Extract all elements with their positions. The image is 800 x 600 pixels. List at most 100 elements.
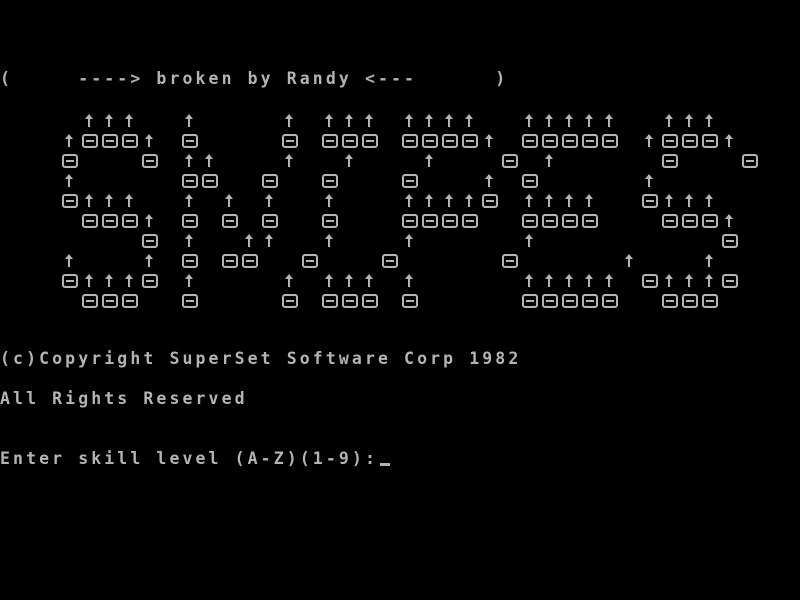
smiley-face-glyph-icon xyxy=(80,210,100,230)
smiley-face-glyph-icon xyxy=(400,290,420,310)
up-arrow-glyph-icon xyxy=(100,270,120,290)
smiley-face-glyph-icon xyxy=(560,290,580,310)
up-arrow-glyph-icon xyxy=(460,110,480,130)
smiley-face-glyph-icon xyxy=(460,130,480,150)
smiley-face-glyph-icon xyxy=(400,210,420,230)
smiley-face-glyph-icon xyxy=(140,230,160,250)
up-arrow-glyph-icon xyxy=(660,110,680,130)
smiley-face-glyph-icon xyxy=(320,290,340,310)
up-arrow-glyph-icon xyxy=(340,110,360,130)
smiley-face-glyph-icon xyxy=(680,210,700,230)
up-arrow-glyph-icon xyxy=(340,150,360,170)
smiley-face-glyph-icon xyxy=(420,210,440,230)
smiley-face-glyph-icon xyxy=(540,210,560,230)
up-arrow-glyph-icon xyxy=(540,270,560,290)
smiley-face-glyph-icon xyxy=(60,270,80,290)
up-arrow-glyph-icon xyxy=(520,230,540,250)
up-arrow-glyph-icon xyxy=(140,210,160,230)
smiley-face-glyph-icon xyxy=(100,210,120,230)
smiley-face-glyph-icon xyxy=(200,170,220,190)
snipes-ascii-logo xyxy=(0,110,800,310)
up-arrow-glyph-icon xyxy=(80,190,100,210)
smiley-face-glyph-icon xyxy=(280,290,300,310)
smiley-face-glyph-icon xyxy=(540,290,560,310)
up-arrow-glyph-icon xyxy=(640,130,660,150)
up-arrow-glyph-icon xyxy=(540,190,560,210)
up-arrow-glyph-icon xyxy=(560,190,580,210)
up-arrow-glyph-icon xyxy=(580,110,600,130)
up-arrow-glyph-icon xyxy=(580,190,600,210)
smiley-face-glyph-icon xyxy=(520,210,540,230)
smiley-face-glyph-icon xyxy=(320,210,340,230)
smiley-face-glyph-icon xyxy=(60,190,80,210)
up-arrow-glyph-icon xyxy=(660,270,680,290)
up-arrow-glyph-icon xyxy=(700,250,720,270)
up-arrow-glyph-icon xyxy=(120,110,140,130)
up-arrow-glyph-icon xyxy=(580,270,600,290)
up-arrow-glyph-icon xyxy=(260,190,280,210)
up-arrow-glyph-icon xyxy=(60,250,80,270)
up-arrow-glyph-icon xyxy=(420,150,440,170)
smiley-face-glyph-icon xyxy=(600,130,620,150)
up-arrow-glyph-icon xyxy=(520,110,540,130)
smiley-face-glyph-icon xyxy=(660,130,680,150)
up-arrow-glyph-icon xyxy=(400,190,420,210)
smiley-face-glyph-icon xyxy=(340,130,360,150)
up-arrow-glyph-icon xyxy=(320,110,340,130)
smiley-face-glyph-icon xyxy=(720,270,740,290)
up-arrow-glyph-icon xyxy=(60,170,80,190)
smiley-face-glyph-icon xyxy=(560,210,580,230)
up-arrow-glyph-icon xyxy=(720,130,740,150)
smiley-face-glyph-icon xyxy=(720,230,740,250)
up-arrow-glyph-icon xyxy=(520,270,540,290)
up-arrow-glyph-icon xyxy=(140,250,160,270)
up-arrow-glyph-icon xyxy=(540,110,560,130)
smiley-face-glyph-icon xyxy=(560,130,580,150)
smiley-face-glyph-icon xyxy=(700,210,720,230)
smiley-face-glyph-icon xyxy=(440,210,460,230)
smiley-face-glyph-icon xyxy=(700,130,720,150)
up-arrow-glyph-icon xyxy=(180,110,200,130)
up-arrow-glyph-icon xyxy=(180,150,200,170)
up-arrow-glyph-icon xyxy=(440,110,460,130)
smiley-face-glyph-icon xyxy=(220,250,240,270)
up-arrow-glyph-icon xyxy=(360,270,380,290)
smiley-face-glyph-icon xyxy=(180,170,200,190)
smiley-face-glyph-icon xyxy=(700,290,720,310)
dos-console-screen: ( ----> broken by Randy <--- ) (c)Copyri… xyxy=(0,0,800,600)
smiley-face-glyph-icon xyxy=(520,170,540,190)
up-arrow-glyph-icon xyxy=(140,130,160,150)
up-arrow-glyph-icon xyxy=(700,190,720,210)
up-arrow-glyph-icon xyxy=(400,270,420,290)
smiley-face-glyph-icon xyxy=(180,130,200,150)
up-arrow-glyph-icon xyxy=(240,230,260,250)
up-arrow-glyph-icon xyxy=(260,230,280,250)
up-arrow-glyph-icon xyxy=(640,170,660,190)
up-arrow-glyph-icon xyxy=(400,110,420,130)
smiley-face-glyph-icon xyxy=(300,250,320,270)
smiley-face-glyph-icon xyxy=(660,150,680,170)
skill-level-prompt[interactable]: Enter skill level (A-Z)(1-9): xyxy=(0,449,390,469)
crack-banner: ( ----> broken by Randy <--- ) xyxy=(0,69,509,88)
up-arrow-glyph-icon xyxy=(460,190,480,210)
smiley-face-glyph-icon xyxy=(140,150,160,170)
up-arrow-glyph-icon xyxy=(440,190,460,210)
up-arrow-glyph-icon xyxy=(80,110,100,130)
smiley-face-glyph-icon xyxy=(600,290,620,310)
up-arrow-glyph-icon xyxy=(200,150,220,170)
up-arrow-glyph-icon xyxy=(700,270,720,290)
smiley-face-glyph-icon xyxy=(120,290,140,310)
smiley-face-glyph-icon xyxy=(140,270,160,290)
smiley-face-glyph-icon xyxy=(520,290,540,310)
up-arrow-glyph-icon xyxy=(80,270,100,290)
up-arrow-glyph-icon xyxy=(420,190,440,210)
smiley-face-glyph-icon xyxy=(280,130,300,150)
smiley-face-glyph-icon xyxy=(400,170,420,190)
smiley-face-glyph-icon xyxy=(80,130,100,150)
up-arrow-glyph-icon xyxy=(540,150,560,170)
smiley-face-glyph-icon xyxy=(80,290,100,310)
up-arrow-glyph-icon xyxy=(600,110,620,130)
smiley-face-glyph-icon xyxy=(180,210,200,230)
up-arrow-glyph-icon xyxy=(100,110,120,130)
smiley-face-glyph-icon xyxy=(120,130,140,150)
